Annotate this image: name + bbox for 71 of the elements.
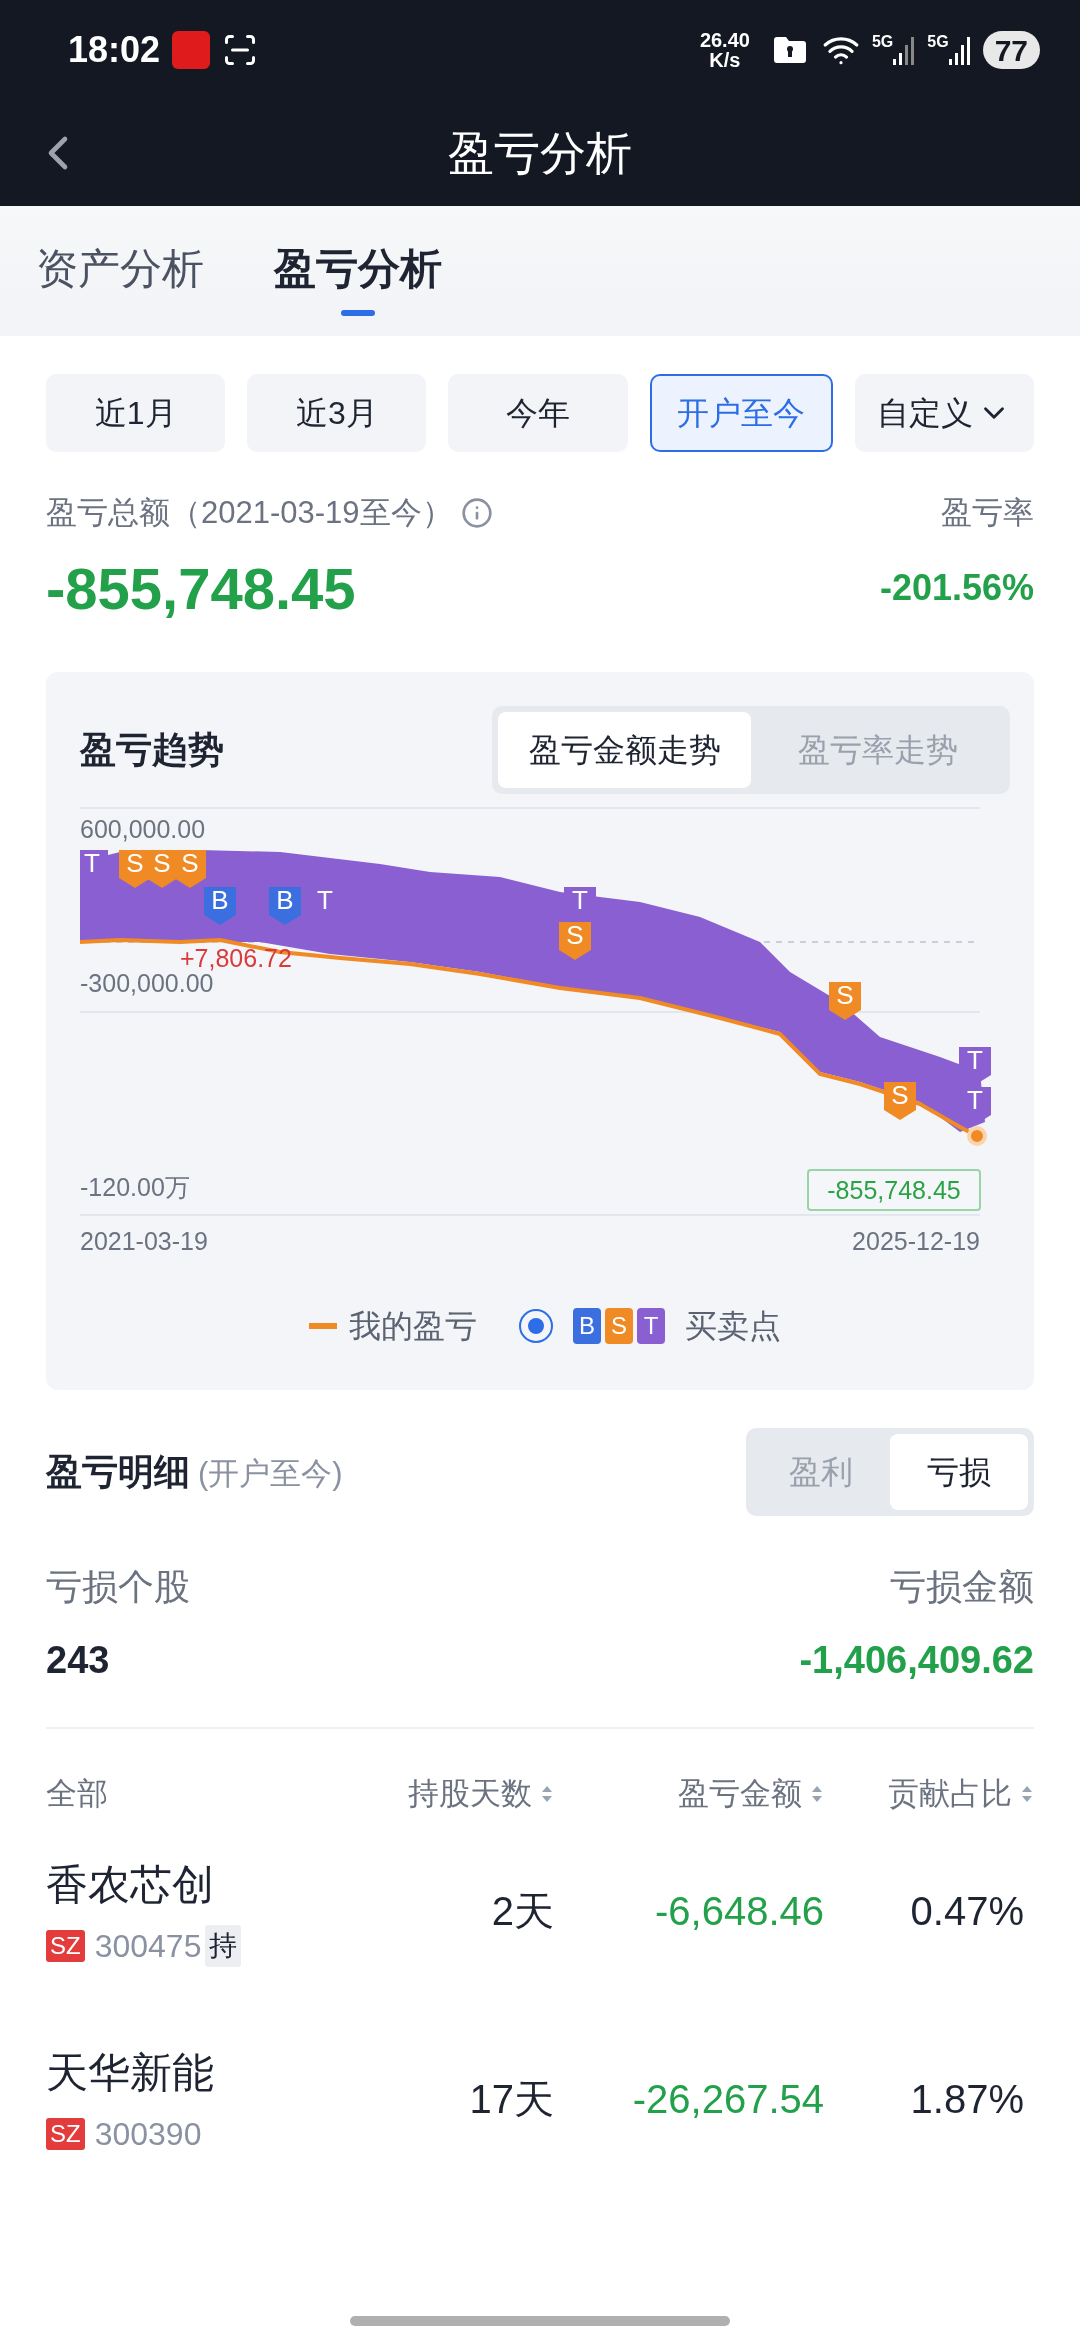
network-type: 5G	[927, 32, 949, 52]
radio-button[interactable]	[519, 1308, 553, 1343]
trade-marker: B	[269, 884, 301, 925]
info-icon[interactable]	[460, 497, 493, 530]
legend-label: 我的盈亏	[349, 1306, 477, 1346]
stat-label: 亏损个股	[46, 1564, 190, 1609]
section-subtitle: (开户至今)	[198, 1454, 343, 1493]
stock-code: 300475	[94, 1926, 202, 1966]
axis-label: 2021-03-19	[80, 1226, 208, 1255]
column-header[interactable]: 持股天数	[408, 1770, 532, 1817]
stat-value: 243	[46, 1637, 110, 1683]
column-header[interactable]: 贡献占比	[888, 1770, 1012, 1817]
stock-name[interactable]: 香农芯创	[46, 1852, 376, 1916]
period-button[interactable]: 今年	[448, 374, 628, 452]
max-value-label: +7,806.72	[180, 943, 292, 972]
axis-label: -120.00万	[80, 1172, 190, 1201]
axis-label: 2025-12-19	[852, 1226, 980, 1255]
market-tag: SZ	[46, 1929, 85, 1962]
app-icon	[172, 31, 211, 69]
network-type: 5G	[871, 32, 894, 52]
trade-marker: T	[309, 884, 341, 925]
rate-value: -201.56%	[879, 566, 1034, 610]
section-title: 盈亏明细	[46, 1449, 190, 1494]
segment-tab[interactable]: 亏损	[890, 1433, 1028, 1510]
table-cell-text: 2天	[490, 1888, 554, 1935]
marker-badge: B	[573, 1307, 601, 1344]
table-cell-text: -26,267.54	[631, 2076, 824, 2123]
trade-marker: S	[884, 1079, 916, 1120]
legend-label: 买卖点	[685, 1306, 781, 1346]
trade-marker: S	[174, 847, 206, 888]
signal-icon	[948, 35, 971, 65]
trade-marker: B	[204, 884, 236, 925]
period-button[interactable]: 近3月	[247, 374, 427, 452]
line-legend-swatch	[309, 1322, 337, 1329]
page-title: 盈亏分析	[448, 125, 632, 181]
period-button[interactable]: 近1月	[46, 374, 226, 452]
trade-marker: T	[959, 1044, 991, 1085]
signal-icon	[893, 35, 916, 65]
stock-name[interactable]: 天华新能	[46, 2040, 376, 2104]
battery-indicator: 77	[982, 31, 1040, 69]
column-header: 全部	[46, 1774, 108, 1813]
last-value-label: -855,748.45	[807, 1168, 981, 1211]
total-value: -855,748.45	[46, 554, 356, 623]
rate-label: 盈亏率	[941, 494, 1034, 532]
marker-badge: T	[637, 1307, 665, 1344]
network-speed: 26.40	[699, 30, 750, 50]
stat-label: 亏损金额	[890, 1564, 1034, 1609]
trade-marker: S	[829, 979, 861, 1020]
folder-lock-icon	[773, 37, 806, 63]
period-button[interactable]: 自定义	[854, 374, 1034, 452]
table-cell-text: 1.87%	[909, 2076, 1025, 2123]
marker-badge: S	[605, 1307, 633, 1344]
tab[interactable]: 盈亏分析	[274, 237, 442, 316]
holding-tag: 持	[205, 1924, 242, 1967]
table-cell-text: 17天	[468, 2076, 554, 2123]
table-cell-text: -6,648.46	[653, 1888, 824, 1935]
period-button[interactable]: 开户至今	[649, 374, 833, 452]
table-cell-text: 0.47%	[909, 1888, 1025, 1935]
tab[interactable]: 资产分析	[36, 237, 204, 316]
last-point	[967, 1125, 987, 1146]
segment-tab[interactable]: 盈亏金额走势	[498, 711, 751, 788]
axis-label: 600,000.00	[80, 814, 206, 843]
card-title: 盈亏趋势	[80, 727, 224, 772]
network-speed-unit: K/s	[709, 50, 741, 70]
stock-code: 300390	[94, 2114, 202, 2154]
status-time: 18:02	[68, 28, 161, 72]
column-header[interactable]: 盈亏金额	[678, 1770, 802, 1817]
market-tag: SZ	[46, 2117, 85, 2150]
trade-marker: S	[559, 919, 591, 960]
total-label: 盈亏总额（2021-03-19至今）	[46, 494, 453, 532]
stat-value: -1,406,409.62	[799, 1637, 1034, 1683]
